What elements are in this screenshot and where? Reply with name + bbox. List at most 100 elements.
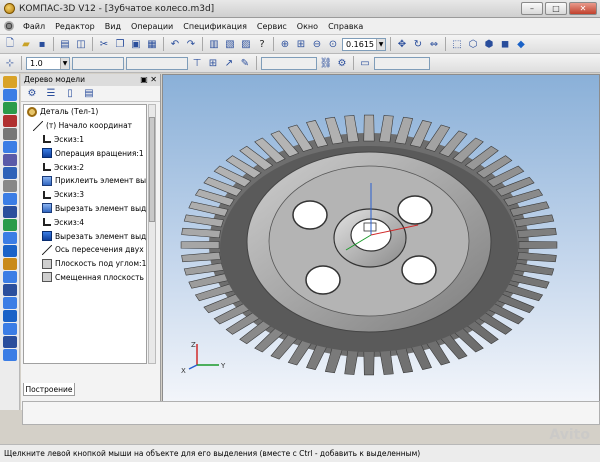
- open-folder-icon[interactable]: ▰: [19, 37, 33, 51]
- zoom-scale-field[interactable]: 0.1615 ▼: [342, 37, 386, 51]
- assembly-icon[interactable]: [2, 271, 17, 283]
- variables-icon[interactable]: ▧: [223, 37, 237, 51]
- orientation-icon[interactable]: ⬚: [450, 37, 464, 51]
- step-dropdown-icon[interactable]: ▼: [60, 57, 69, 69]
- close-button[interactable]: ✕: [569, 2, 597, 15]
- tab-construction[interactable]: Построение: [23, 383, 75, 396]
- tree-item[interactable]: (т) Начало координат: [24, 119, 146, 133]
- tree-item[interactable]: Смещенная плоскость: [24, 271, 146, 285]
- library-icon[interactable]: ▥: [207, 37, 221, 51]
- edit-mode-icon[interactable]: [2, 76, 17, 88]
- tree-item[interactable]: Приклеить элемент выдавливания: [24, 174, 146, 188]
- layer-icon[interactable]: ▭: [358, 56, 372, 70]
- elements-icon[interactable]: [2, 232, 17, 244]
- pan-icon[interactable]: ✥: [395, 37, 409, 51]
- select-icon[interactable]: [2, 284, 17, 296]
- diagnostics-icon[interactable]: [2, 258, 17, 270]
- tree-item[interactable]: Эскиз:2: [24, 160, 146, 174]
- measure-icon[interactable]: ▨: [239, 37, 253, 51]
- cable-icon[interactable]: [2, 349, 17, 361]
- tree-item[interactable]: Ось пересечения двух плоскостей: [24, 243, 146, 257]
- tree-sort-icon[interactable]: ▯: [63, 87, 77, 101]
- tree-item[interactable]: Эскиз:1: [24, 133, 146, 147]
- document-menu-icon[interactable]: [4, 21, 14, 31]
- pen-icon[interactable]: ✎: [238, 56, 252, 70]
- surfaces-icon[interactable]: [2, 141, 17, 153]
- undo-icon[interactable]: ↶: [168, 37, 182, 51]
- zoom-window-icon[interactable]: ⊞: [294, 37, 308, 51]
- zoom-in-icon[interactable]: ⊕: [278, 37, 292, 51]
- dimensions-icon[interactable]: [2, 102, 17, 114]
- tree-item[interactable]: Эскиз:3: [24, 188, 146, 202]
- cut-icon[interactable]: ✂: [97, 37, 111, 51]
- shaded-icon[interactable]: ◼: [498, 37, 512, 51]
- style-field[interactable]: [261, 56, 317, 70]
- tree-item[interactable]: Деталь (Тел-1): [24, 105, 146, 119]
- snap-icon[interactable]: ⊹: [3, 56, 17, 70]
- properties-icon[interactable]: ▦: [145, 37, 159, 51]
- wireframe-icon[interactable]: ⬡: [466, 37, 480, 51]
- menu-help[interactable]: Справка: [323, 22, 368, 31]
- paste-icon[interactable]: ▣: [129, 37, 143, 51]
- lines-icon[interactable]: [2, 310, 17, 322]
- arrays-icon[interactable]: [2, 154, 17, 166]
- report-icon[interactable]: [2, 219, 17, 231]
- tree-scrollbar[interactable]: [148, 104, 156, 364]
- tree-list-icon[interactable]: ☰: [44, 87, 58, 101]
- layer-field[interactable]: [126, 56, 188, 70]
- minimize-button[interactable]: –: [521, 2, 543, 15]
- menu-service[interactable]: Сервис: [252, 22, 292, 31]
- spec-icon[interactable]: [2, 206, 17, 218]
- tree-item[interactable]: Операция вращения:1: [24, 146, 146, 160]
- aux-geometry-icon[interactable]: [2, 128, 17, 140]
- menu-file[interactable]: Файл: [18, 22, 50, 31]
- filter-icon[interactable]: [2, 193, 17, 205]
- ortho-icon[interactable]: ⊤: [190, 56, 204, 70]
- tree-item[interactable]: Эскиз:4: [24, 215, 146, 229]
- tree-item[interactable]: Вырезать элемент выдавливания: [24, 229, 146, 243]
- measure-tool-icon[interactable]: [2, 180, 17, 192]
- maximize-button[interactable]: □: [545, 2, 567, 15]
- step-field[interactable]: 1.0 ▼: [26, 56, 70, 70]
- sketch-mode-icon[interactable]: [2, 89, 17, 101]
- zoom-out-icon[interactable]: ⊖: [310, 37, 324, 51]
- zoom-all-icon[interactable]: ⊙: [326, 37, 340, 51]
- curves-icon[interactable]: [2, 115, 17, 127]
- local-cs-icon[interactable]: ↗: [222, 56, 236, 70]
- zoom-dropdown-icon[interactable]: ▼: [376, 38, 385, 50]
- pipeline-icon[interactable]: [2, 336, 17, 348]
- edit-tool-icon[interactable]: [2, 245, 17, 257]
- redo-icon[interactable]: ↷: [184, 37, 198, 51]
- tree-item[interactable]: Плоскость под углом:1: [24, 257, 146, 271]
- tree-structure-icon[interactable]: ⚙: [25, 87, 39, 101]
- placement-icon[interactable]: [2, 297, 17, 309]
- grid-icon[interactable]: ⊞: [206, 56, 220, 70]
- tree-scroll-thumb[interactable]: [149, 117, 155, 222]
- tree-filter-icon[interactable]: ▤: [82, 87, 96, 101]
- model-viewport[interactable]: Z Y X: [162, 74, 600, 410]
- panel-pin-close-buttons[interactable]: ▣ ✕: [140, 74, 157, 86]
- sheet-metal-icon[interactable]: [2, 167, 17, 179]
- shaded-edges-icon[interactable]: ◆: [514, 37, 528, 51]
- new-document-icon[interactable]: 🗋: [3, 37, 17, 51]
- link-icon[interactable]: ⛓: [319, 56, 333, 70]
- menu-operations[interactable]: Операции: [126, 22, 178, 31]
- menu-specification[interactable]: Спецификация: [178, 22, 252, 31]
- print-icon[interactable]: ▤: [58, 37, 72, 51]
- preview-icon[interactable]: ◫: [74, 37, 88, 51]
- copy-icon[interactable]: ❐: [113, 37, 127, 51]
- state-field[interactable]: [72, 56, 124, 70]
- rotate-icon[interactable]: ↻: [411, 37, 425, 51]
- parameter-icon[interactable]: ⚙: [335, 56, 349, 70]
- help-pointer-icon[interactable]: ?: [255, 37, 269, 51]
- menu-window[interactable]: Окно: [292, 22, 323, 31]
- view-field[interactable]: [374, 56, 430, 70]
- save-icon[interactable]: ▪: [35, 37, 49, 51]
- tree-item[interactable]: Вырезать элемент выдавливания: [24, 202, 146, 216]
- menu-editor[interactable]: Редактор: [50, 22, 100, 31]
- lightening-hole: [292, 200, 328, 230]
- shift-icon[interactable]: ⇔: [427, 37, 441, 51]
- weld-icon[interactable]: [2, 323, 17, 335]
- hidden-lines-icon[interactable]: ⬢: [482, 37, 496, 51]
- menu-view[interactable]: Вид: [100, 22, 126, 31]
